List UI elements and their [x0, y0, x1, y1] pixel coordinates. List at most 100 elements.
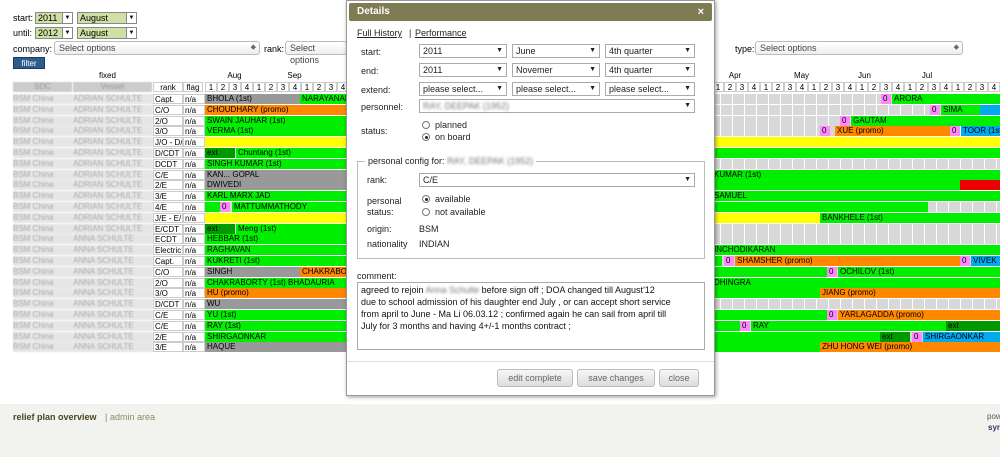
assignment-bar[interactable]: VERMA (1st) — [205, 126, 346, 137]
comment-textarea[interactable]: agreed to rejoin Anna Schulte before sig… — [357, 282, 705, 350]
close-button[interactable]: close — [659, 369, 699, 387]
relief-plan-link[interactable]: relief plan overview — [13, 412, 97, 422]
assignment-bar[interactable]: KARL MARX JAD — [205, 191, 346, 202]
assignment-bar[interactable]: SINGH — [205, 266, 300, 277]
assignment-bar[interactable]: 0 — [930, 104, 940, 115]
assignment-bar[interactable] — [712, 342, 820, 353]
assignment-bar[interactable] — [712, 320, 740, 331]
status-planned-radio[interactable] — [422, 121, 430, 129]
assignment-bar[interactable]: ZHU HONG WEI (promo) — [820, 342, 1000, 353]
assignment-bar[interactable]: DWIVEDI — [205, 180, 346, 191]
assignment-bar[interactable] — [960, 180, 1000, 191]
assignment-bar[interactable]: DHINGRA — [712, 277, 1000, 288]
assignment-bar[interactable]: 0 — [827, 266, 837, 277]
assignment-bar[interactable] — [712, 266, 827, 277]
rank-select[interactable]: C/E ▼ — [419, 173, 695, 187]
assignment-bar[interactable]: HAQUE — [205, 342, 346, 353]
end-quarter-select[interactable]: 4th quarter ▼ — [605, 63, 695, 77]
assignment-bar[interactable]: SIMA — [941, 104, 981, 115]
assignment-bar[interactable]: CHAKRABORTY (1st) BHADAURIA — [205, 277, 346, 288]
assignment-bar[interactable]: SHAMSHER (promo) — [735, 256, 960, 266]
assignment-bar[interactable] — [712, 288, 820, 299]
assignment-bar[interactable]: SWAIN JAUHAR (1st) — [205, 115, 346, 126]
close-icon[interactable]: × — [698, 3, 704, 21]
filter-button[interactable]: filter — [13, 57, 45, 69]
assignment-bar[interactable]: NARAYANAN — [300, 94, 346, 104]
assignment-bar[interactable]: ARORA — [892, 94, 1000, 104]
assignment-bar[interactable]: 0 — [724, 256, 734, 266]
assignment-bar[interactable]: TOOR (1st) — [961, 126, 1000, 137]
assignment-bar[interactable]: 0 — [950, 126, 960, 137]
assignment-bar[interactable]: SINGH KUMAR (1st) — [205, 158, 346, 169]
assignment-bar[interactable]: INCHODIKARAN — [712, 245, 1000, 256]
assignment-bar[interactable]: SAMUEL — [712, 191, 1000, 202]
assignment-bar[interactable] — [712, 212, 820, 223]
assignment-bar[interactable]: HEBBAR (1st) — [205, 234, 346, 245]
personnel-select[interactable]: RAY, DEEPAK (1952) ▼ — [419, 99, 695, 113]
assignment-bar[interactable]: MATTUMMATHODY — [232, 202, 346, 212]
assignment-bar[interactable]: VIVEK — [971, 256, 1000, 266]
assignment-bar[interactable]: KUMAR (1st) — [712, 169, 1000, 180]
assignment-bar[interactable]: 0 — [220, 202, 230, 212]
status-onboard-radio[interactable] — [422, 133, 430, 141]
assignment-bar[interactable]: 0 — [960, 256, 970, 266]
assignment-bar[interactable]: Chuntang (1st) — [236, 148, 346, 158]
save-changes-button[interactable]: save changes — [577, 369, 655, 387]
assignment-bar[interactable]: OCHILOV (1st) — [838, 266, 1000, 277]
end-year-select[interactable]: 2011 ▼ — [419, 63, 507, 77]
assignment-bar[interactable]: CHAKRABO — [300, 266, 346, 277]
admin-area-link[interactable]: admin area — [110, 412, 155, 422]
assignment-bar[interactable] — [205, 212, 346, 223]
assignment-bar[interactable]: JIANG (promo) — [820, 288, 1000, 299]
assignment-bar[interactable]: 0 — [827, 310, 837, 320]
extend-quarter-select[interactable]: please select... ▼ — [605, 82, 695, 96]
type-multiselect[interactable]: Select options ◆ — [755, 41, 963, 55]
assignment-bar[interactable]: YU (1st) — [205, 310, 346, 320]
until-year-select[interactable]: 2012 ▼ — [35, 27, 73, 39]
performance-link[interactable]: Performance — [415, 28, 467, 38]
assignment-bar[interactable] — [712, 180, 960, 191]
assignment-bar[interactable]: SHIRGAONKAR — [923, 331, 1000, 342]
until-month-select[interactable]: August ▼ — [77, 27, 137, 39]
start-year-select[interactable]: 2011 ▼ — [419, 44, 507, 58]
assignment-bar[interactable]: 0 — [740, 320, 750, 331]
assignment-bar[interactable]: XUE (promo) — [835, 126, 955, 137]
assignment-bar[interactable] — [980, 104, 1000, 115]
start-month-select[interactable]: June ▼ — [512, 44, 600, 58]
extend-month-select[interactable]: please select... ▼ — [512, 82, 600, 96]
company-multiselect[interactable]: Select options ◆ — [54, 41, 260, 55]
assignment-bar[interactable]: KUKRETI (1st) — [205, 256, 346, 266]
start-year-select[interactable]: 2011 ▼ — [35, 12, 73, 24]
assignment-bar[interactable]: 0 — [881, 94, 891, 104]
assignment-bar[interactable]: YARLAGADDA (promo) — [838, 310, 1000, 320]
assignment-bar[interactable] — [712, 202, 928, 212]
assignment-bar[interactable]: 0 — [912, 331, 922, 342]
extend-year-select[interactable]: please select... ▼ — [419, 82, 507, 96]
not-available-radio[interactable] — [422, 208, 430, 216]
assignment-bar[interactable]: RAGHAVAN — [205, 245, 346, 256]
assignment-bar[interactable] — [712, 310, 827, 320]
assignment-bar[interactable]: ext — [880, 331, 910, 342]
assignment-bar[interactable]: HU (promo) — [205, 288, 346, 299]
assignment-bar[interactable] — [712, 148, 1000, 158]
assignment-bar[interactable]: RAY (1st) — [205, 320, 346, 331]
assignment-bar[interactable]: 0 — [840, 115, 850, 126]
assignment-bar[interactable]: Meng (1st) — [236, 223, 346, 234]
assignment-bar[interactable] — [712, 137, 1000, 148]
assignment-bar[interactable]: SHIRGAONKAR — [205, 331, 346, 342]
assignment-bar[interactable] — [205, 137, 346, 148]
start-quarter-select[interactable]: 4th quarter ▼ — [605, 44, 695, 58]
assignment-bar[interactable]: 0 — [820, 126, 830, 137]
assignment-bar[interactable]: ext — [946, 320, 1000, 331]
rank-multiselect[interactable]: Select options — [285, 41, 347, 65]
end-month-select[interactable]: Novemer ▼ — [512, 63, 600, 77]
assignment-bar[interactable]: GAUTAM — [851, 115, 1000, 126]
assignment-bar[interactable]: CHOUDHARY (promo) — [205, 104, 346, 115]
assignment-bar[interactable]: KAN... GOPAL — [205, 169, 346, 180]
edit-complete-button[interactable]: edit complete — [497, 369, 573, 387]
full-history-link[interactable]: Full History — [357, 28, 402, 38]
assignment-bar[interactable]: ext — [205, 148, 235, 158]
assignment-bar[interactable]: ext — [205, 223, 235, 234]
assignment-bar[interactable]: WU — [205, 299, 346, 310]
available-radio[interactable] — [422, 195, 430, 203]
